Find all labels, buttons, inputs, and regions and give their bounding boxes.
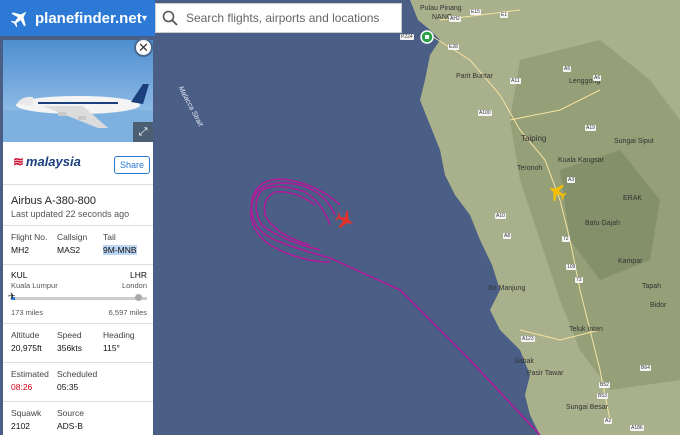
road-label: A19 [585,125,596,131]
road-label: B64 [640,365,651,371]
close-panel-button[interactable]: ✕ [134,38,153,57]
place-label: Tapah [642,283,662,290]
road-label: A6 [593,75,602,81]
speed-value: 356kts [57,343,83,353]
destination-city: London [121,281,147,290]
road-label: A100 [478,110,492,116]
road-label: 109 [566,264,577,270]
airport-icon [420,30,434,44]
place-label: Batu Gajah [585,220,621,227]
flight-ids: Flight No. MH2 Callsign MAS2 Tail 9M-MNB [3,226,153,265]
flight-no-value: MH2 [11,245,29,255]
search-icon [162,10,178,26]
chevron-down-icon[interactable]: ▾ [142,13,147,24]
destination-dot-icon [135,294,142,301]
place-label: Taiping [521,134,547,143]
callsign-label: Callsign [57,232,88,242]
plane-logo-icon [10,11,27,28]
estimated-value: 08:26 [11,382,33,392]
place-label: Kuala Kangsar [558,157,604,164]
road-label: A5 [563,66,572,72]
place-label: Pulau Pinang [420,5,462,12]
road-label: A186 [630,425,644,431]
place-label: Sungai Besar [566,404,609,411]
road-label: 73 [575,277,583,283]
altitude-label: Altitude [11,330,40,340]
close-icon: ✕ [138,40,149,55]
place-label: Kampar [618,258,643,265]
progress-plane-icon: ✈ [8,291,16,301]
estimated-label: Estimated [11,369,49,379]
heading-label: Heading [103,330,135,340]
flight-no-label: Flight No. [11,232,48,242]
aircraft-photo-image [3,84,153,142]
search-input[interactable] [184,10,398,26]
airline-row: ≋ malaysia Share [3,142,153,185]
source-label: Source [57,408,84,418]
aircraft-panel: ⤢ ≋ malaysia Share Airbus A-380-800 Last … [3,40,153,435]
speed-label: Speed [57,330,82,340]
road-label: 72 [562,236,570,242]
destination-code[interactable]: LHR [130,270,147,280]
callsign-value: MAS2 [57,245,81,255]
road-label: AH2 [449,16,461,22]
tail-label: Tail [103,232,116,242]
road-label: P224 [400,34,414,40]
source-value: ADS-B [57,421,83,431]
flight-stats: Altitude 20,975ft Speed 356kts Heading 1… [3,324,153,363]
origin-code[interactable]: KUL [11,270,28,280]
road-label: A10 [495,213,506,219]
road-label: E1 [500,12,509,18]
distance-flown: 173 miles [11,308,44,317]
road-label: A8 [503,233,512,239]
squawk-value: 2102 [11,421,30,431]
expand-icon[interactable]: ⤢ [133,122,153,142]
distance-remaining: 6,597 miles [108,308,147,317]
scheduled-label: Scheduled [57,369,98,379]
squawk-section: Squawk 2102 Source ADS-B [3,402,153,435]
road-label: E28 [448,44,459,50]
road-label: B52 [599,382,610,388]
place-label: Parit Buntar [456,73,493,80]
heading-value: 115° [103,343,120,353]
last-updated: Last updated 22 seconds ago [11,209,130,219]
road-label: A3 [567,177,576,183]
place-label: Teronoh [517,165,543,172]
road-label: B53 [597,393,608,399]
place-label: Sungai Siput [614,138,654,145]
share-button[interactable]: Share [114,156,151,174]
origin-city: Kuala Lumpur [11,281,58,290]
place-label: Bidor [650,302,667,309]
brand-logo[interactable]: planefinder.net [35,10,142,27]
route-section: KUL Kuala Lumpur LHR London ✈ 173 miles … [3,265,153,324]
progress-bar [11,297,147,300]
squawk-label: Squawk [11,408,42,418]
scheduled-value: 05:35 [57,382,79,392]
aircraft-summary: Airbus A-380-800 Last updated 22 seconds… [3,185,153,226]
search-bar[interactable] [155,3,402,33]
place-label: Teluk Intan [569,326,603,333]
tail-value[interactable]: 9M-MNB [103,245,137,255]
header-bar[interactable]: planefinder.net ▾ [0,0,155,36]
airline-mark-icon: ≋ [13,154,24,169]
road-label: A2 [604,418,613,424]
aircraft-type: Airbus A-380-800 [11,195,96,207]
place-label: Sabak [514,358,534,365]
aircraft-photo[interactable]: ⤢ [3,40,153,142]
place-label: Pasir Tawar [527,370,564,377]
road-label: A123 [521,336,535,342]
airline-logo: ≋ malaysia [13,154,81,169]
road-label: E15 [470,9,481,15]
altitude-value: 20,975ft [11,343,42,353]
road-label: A11 [510,78,521,84]
place-label: Sri Manjung [488,285,526,292]
place-label: ERAK [623,195,643,202]
times-section: Estimated 08:26 Scheduled 05:35 [3,363,153,402]
